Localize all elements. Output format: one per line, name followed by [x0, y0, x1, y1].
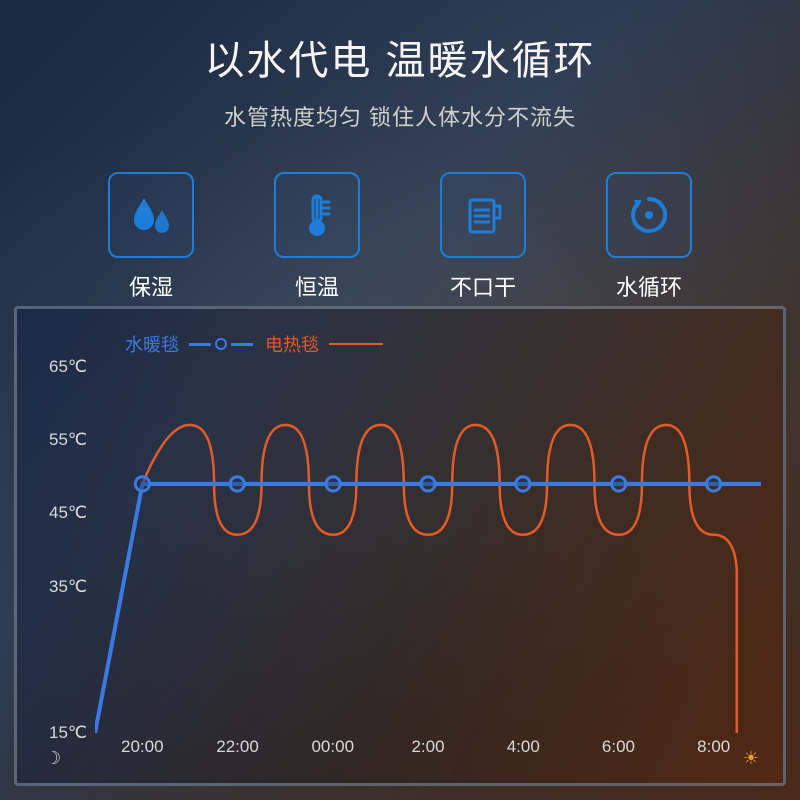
plot-area — [95, 367, 761, 733]
legend-swatch-blue — [189, 338, 253, 350]
moon-icon: ☽ — [45, 748, 61, 769]
series-water-blanket — [95, 484, 761, 733]
legend-swatch-orange — [329, 343, 383, 346]
temperature-chart: 水暖毯 电热毯 65℃ 55℃ 45℃ 35℃ 15℃ — [14, 306, 786, 786]
water-drops-icon — [108, 172, 194, 258]
y-tick: 45℃ — [49, 503, 87, 523]
feature-moisturize: 保湿 — [92, 172, 210, 302]
feature-label: 恒温 — [295, 270, 339, 302]
y-tick: 55℃ — [49, 430, 87, 450]
x-tick: 22:00 — [216, 737, 259, 757]
x-tick: 4:00 — [507, 737, 540, 757]
feature-water-cycle: 水循环 — [590, 172, 708, 302]
legend-label: 电热毯 — [265, 331, 319, 357]
y-tick: 15℃ — [49, 723, 87, 743]
x-tick: 00:00 — [311, 737, 354, 757]
series-electric-blanket — [95, 425, 737, 733]
y-axis-labels: 65℃ 55℃ 45℃ 35℃ 15℃ — [31, 367, 91, 733]
chart-legend: 水暖毯 电热毯 — [125, 331, 765, 357]
y-tick: 65℃ — [49, 357, 87, 377]
legend-electric-blanket: 电热毯 — [265, 331, 383, 357]
feature-constant-temp: 恒温 — [258, 172, 376, 302]
x-axis-labels: 20:00 22:00 00:00 2:00 4:00 6:00 8:00 — [95, 737, 761, 767]
x-tick: 2:00 — [411, 737, 444, 757]
feature-label: 保湿 — [129, 270, 173, 302]
feature-row: 保湿 恒温 不口干 水循环 — [0, 172, 800, 302]
thermometer-icon — [274, 172, 360, 258]
page-title: 以水代电 温暖水循环 — [0, 0, 800, 86]
feature-label: 水循环 — [616, 270, 682, 302]
cup-icon — [440, 172, 526, 258]
x-tick: 20:00 — [121, 737, 164, 757]
sun-icon: ☀ — [743, 748, 759, 769]
feature-no-dry: 不口干 — [424, 172, 542, 302]
legend-label: 水暖毯 — [125, 331, 179, 357]
feature-label: 不口干 — [450, 270, 516, 302]
x-tick: 8:00 — [697, 737, 730, 757]
y-tick: 35℃ — [49, 577, 87, 597]
legend-water-blanket: 水暖毯 — [125, 331, 253, 357]
cycle-icon — [606, 172, 692, 258]
page-subtitle: 水管热度均匀 锁住人体水分不流失 — [0, 100, 800, 132]
x-tick: 6:00 — [602, 737, 635, 757]
